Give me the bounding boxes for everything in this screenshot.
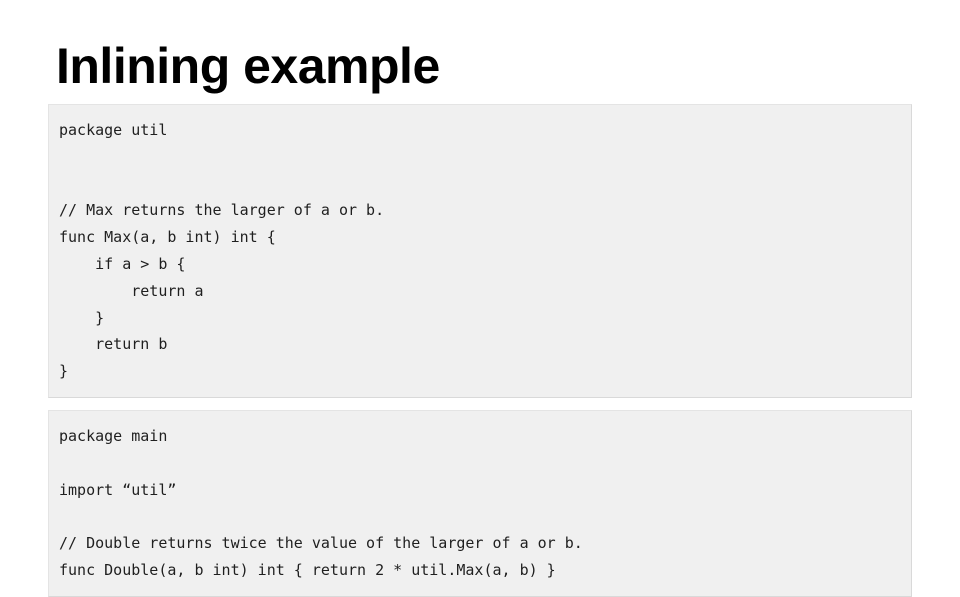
code-line: func Double(a, b int) int { return 2 * u…: [59, 560, 556, 579]
code-line: }: [59, 308, 105, 327]
code-line: func Max(a, b int) int {: [59, 228, 276, 247]
code-line: import “util”: [59, 480, 177, 499]
code-line: return a: [59, 281, 204, 300]
code-line: // Max returns the larger of a or b.: [59, 201, 385, 220]
code-line: // Double returns twice the value of the…: [59, 534, 583, 553]
page-title: Inlining example: [56, 38, 440, 94]
code-block-stack: package util // Max returns the larger o…: [48, 104, 912, 597]
code-line: package util: [59, 121, 168, 139]
code-line: package main: [59, 426, 168, 445]
code-line: if a > b {: [59, 254, 186, 273]
slide: Inlining example package util // Max ret…: [0, 0, 960, 597]
code-line: }: [59, 362, 69, 381]
util-package-code-text: package util // Max returns the larger o…: [49, 117, 911, 385]
code-line: return b: [59, 335, 168, 354]
main-package-code-block: package main import “util” // Double ret…: [48, 409, 912, 597]
main-package-code-text: package main import “util” // Double ret…: [49, 423, 911, 584]
util-package-code-block: package util // Max returns the larger o…: [48, 104, 912, 398]
